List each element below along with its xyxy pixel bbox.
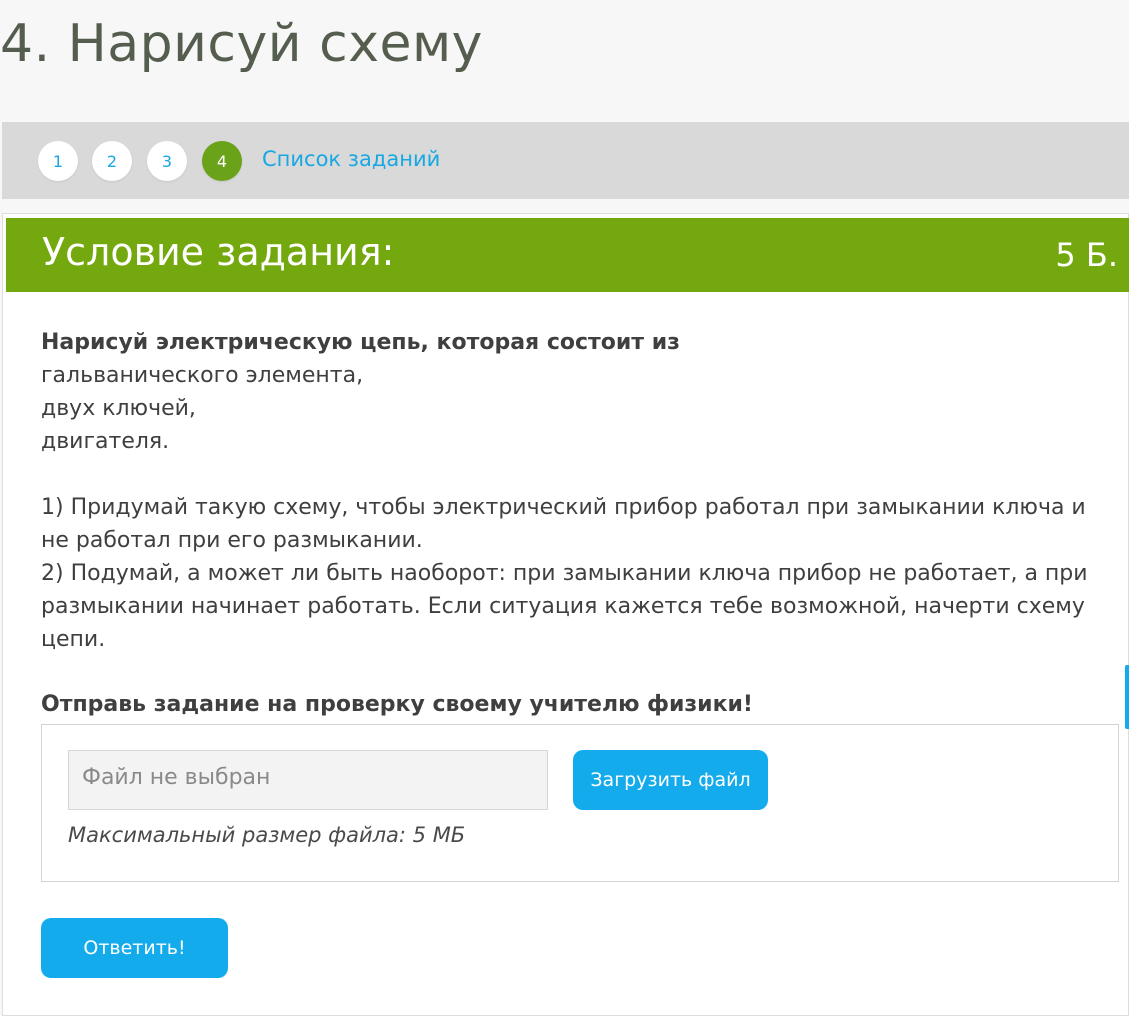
file-upload-box: Файл не выбран Загрузить файл Максимальн… [41,724,1119,882]
component-item: гальванического элемента, [41,363,364,388]
scroll-indicator[interactable] [1125,665,1129,729]
answer-button[interactable]: Ответить! [41,918,228,978]
nav-task-2[interactable]: 2 [92,141,132,181]
task-panel: Условие задания: 5 Б. Нарисуй электричес… [2,213,1129,1016]
task-question-2: 2) Подумай, а может ли быть наоборот: пр… [41,561,1088,652]
task-question-1: 1) Придумай такую схему, чтобы электриче… [41,495,1086,553]
file-status-field[interactable]: Файл не выбран [68,750,548,810]
component-item: двигателя. [41,429,170,454]
component-item: двух ключей, [41,396,196,421]
nav-task-4-current[interactable]: 4 [202,141,242,181]
upload-file-button[interactable]: Загрузить файл [573,750,768,810]
submit-heading: Отправь задание на проверку своему учите… [41,692,753,717]
task-points: 5 Б. [1055,236,1118,274]
task-description: Нарисуй электрическую цепь, которая сост… [41,326,1101,656]
task-intro: Нарисуй электрическую цепь, которая сост… [41,330,680,355]
task-header: Условие задания: 5 Б. [6,218,1129,292]
task-condition-title: Условие задания: [42,230,395,274]
nav-task-3[interactable]: 3 [147,141,187,181]
max-file-size-note: Максимальный размер файла: 5 МБ [68,823,466,847]
task-navigation: 1 2 3 4 Список заданий [2,122,1129,199]
nav-task-1[interactable]: 1 [38,141,78,181]
task-list-link[interactable]: Список заданий [262,147,440,171]
page-title: 4. Нарисуй схему [0,14,483,74]
